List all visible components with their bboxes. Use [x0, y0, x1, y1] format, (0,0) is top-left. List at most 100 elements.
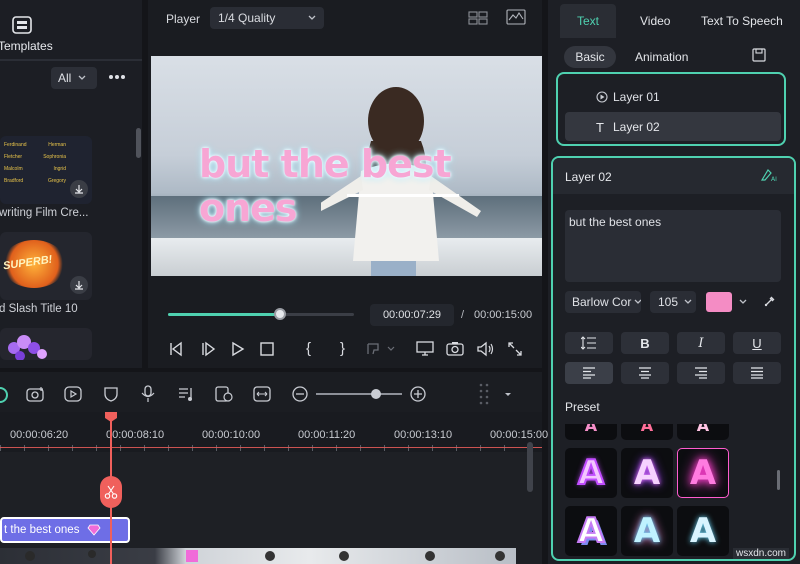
download-icon[interactable]	[70, 180, 88, 198]
preset-tile[interactable]: A	[677, 506, 729, 556]
snapshot-icon[interactable]	[446, 341, 464, 357]
credit-right: Herman	[48, 142, 66, 148]
stop-icon[interactable]	[260, 342, 274, 356]
video-clip[interactable]	[0, 548, 516, 564]
play-icon[interactable]	[230, 341, 246, 357]
download-icon[interactable]	[70, 276, 88, 294]
previous-frame-icon[interactable]	[168, 341, 184, 357]
shield-icon[interactable]	[103, 386, 119, 402]
template-thumbnail-balloons[interactable]	[0, 328, 92, 360]
ai-edit-icon[interactable]: AI	[760, 168, 778, 182]
zoom-out-icon[interactable]	[292, 386, 308, 402]
preset-tile[interactable]: A	[565, 506, 617, 556]
quality-dropdown[interactable]: 1/4 Quality	[210, 7, 324, 29]
zoom-slider-track[interactable]	[316, 389, 402, 399]
preset-tile[interactable]: A	[621, 448, 673, 498]
tab-video[interactable]: Video	[640, 14, 670, 28]
zoom-in-icon[interactable]	[410, 386, 426, 402]
subtab-basic[interactable]: Basic	[564, 46, 616, 68]
save-preset-icon[interactable]	[752, 48, 766, 62]
credit-left: Fletcher	[4, 154, 23, 160]
display-icon[interactable]	[416, 341, 434, 357]
fullscreen-icon[interactable]	[508, 342, 522, 356]
eyedropper-icon[interactable]	[764, 295, 776, 307]
preset-tile[interactable]: A	[621, 506, 673, 556]
properties-panel: Text Video Text To Speech Basic Animatio…	[548, 0, 800, 564]
line-spacing-button[interactable]	[565, 332, 613, 354]
align-left-button[interactable]	[565, 362, 613, 384]
playback-scrubber-handle[interactable]	[273, 308, 286, 320]
timeline-vertical-scrollbar[interactable]	[527, 442, 533, 492]
text-color-swatch[interactable]	[706, 292, 732, 312]
mark-out-icon[interactable]: }	[340, 340, 345, 357]
align-center-icon	[639, 367, 651, 379]
preset-tile[interactable]: A	[565, 424, 617, 440]
chevron-down-icon[interactable]	[504, 392, 512, 398]
speed-icon[interactable]	[64, 386, 82, 402]
chevron-down-icon	[684, 299, 692, 305]
chevron-down-icon	[634, 299, 641, 305]
gem-icon	[87, 524, 101, 536]
tab-text[interactable]: Text	[577, 14, 599, 28]
filter-dropdown[interactable]: All	[51, 67, 97, 89]
templates-scrollbar[interactable]	[136, 128, 141, 158]
template-thumbnail-superb[interactable]: SUPERB!	[0, 232, 92, 300]
templates-icon[interactable]	[12, 16, 32, 34]
preset-tile[interactable]: A	[565, 448, 617, 498]
camera-plus-icon[interactable]	[26, 386, 46, 402]
microphone-icon[interactable]	[141, 385, 155, 403]
layer-item-02[interactable]: T Layer 02	[565, 112, 781, 141]
preset-tile[interactable]: A	[677, 448, 729, 498]
template-label: writing Film Cre...	[0, 207, 89, 219]
split-button[interactable]	[100, 476, 122, 508]
waveform-icon[interactable]	[506, 9, 526, 25]
audio-list-icon[interactable]	[178, 386, 196, 402]
overlay-text[interactable]: but the best ones	[199, 142, 542, 230]
ruler-tick-label: 00:00:15:00	[490, 429, 549, 441]
align-center-button[interactable]	[621, 362, 669, 384]
ruler-ticks	[0, 445, 542, 451]
preset-tile[interactable]: A	[621, 424, 673, 440]
next-frame-icon[interactable]	[200, 341, 216, 357]
underline-button[interactable]: U	[733, 332, 781, 354]
font-dropdown[interactable]: Barlow Cor	[565, 291, 641, 313]
more-options-icon[interactable]	[108, 74, 126, 80]
tab-underline	[0, 59, 142, 61]
credit-left: Ferdinand	[4, 142, 27, 148]
quality-value: 1/4 Quality	[218, 11, 276, 25]
preset-scrollbar[interactable]	[777, 470, 780, 490]
align-right-button[interactable]	[677, 362, 725, 384]
scissors-icon	[104, 485, 118, 499]
fit-width-icon[interactable]	[253, 386, 271, 402]
credit-left: Malcolm	[4, 166, 23, 172]
subtab-animation[interactable]: Animation	[635, 50, 688, 64]
grid-view-icon[interactable]	[468, 10, 488, 26]
bold-button[interactable]: B	[621, 332, 669, 354]
volume-icon[interactable]	[476, 341, 494, 357]
font-size-dropdown[interactable]: 105	[650, 291, 696, 313]
template-label: d Slash Title 10	[0, 303, 78, 315]
video-preview[interactable]: but the best ones	[151, 56, 542, 276]
templates-tab-label[interactable]: Templates	[0, 39, 53, 53]
playback-progress-track[interactable]	[168, 308, 354, 320]
text-content-input[interactable]: but the best ones	[565, 210, 781, 282]
current-time[interactable]: 00:00:07:29	[370, 304, 454, 326]
text-content-value: but the best ones	[569, 215, 662, 229]
replace-clip-icon[interactable]	[215, 386, 233, 402]
mark-in-icon[interactable]: {	[306, 340, 311, 357]
watermark: wsxdn.com	[733, 548, 790, 559]
align-justify-button[interactable]	[733, 362, 781, 384]
balloons-graphic	[8, 335, 47, 360]
chevron-down-icon[interactable]	[739, 299, 747, 305]
preset-tile[interactable]: A	[677, 424, 729, 440]
italic-button[interactable]: I	[677, 332, 725, 354]
align-justify-icon	[751, 367, 763, 379]
video-clip-thumbnails	[25, 550, 505, 562]
zoom-slider-handle[interactable]	[371, 389, 382, 399]
record-icon[interactable]	[0, 387, 8, 403]
tab-text-to-speech[interactable]: Text To Speech	[701, 14, 783, 28]
template-thumbnail-credits[interactable]: Ferdinand Herman Fletcher Sophronia Malc…	[0, 136, 92, 204]
drag-handle-icon[interactable]	[478, 382, 492, 406]
filter-value: All	[58, 71, 72, 85]
insert-clip-icon[interactable]	[366, 342, 396, 356]
